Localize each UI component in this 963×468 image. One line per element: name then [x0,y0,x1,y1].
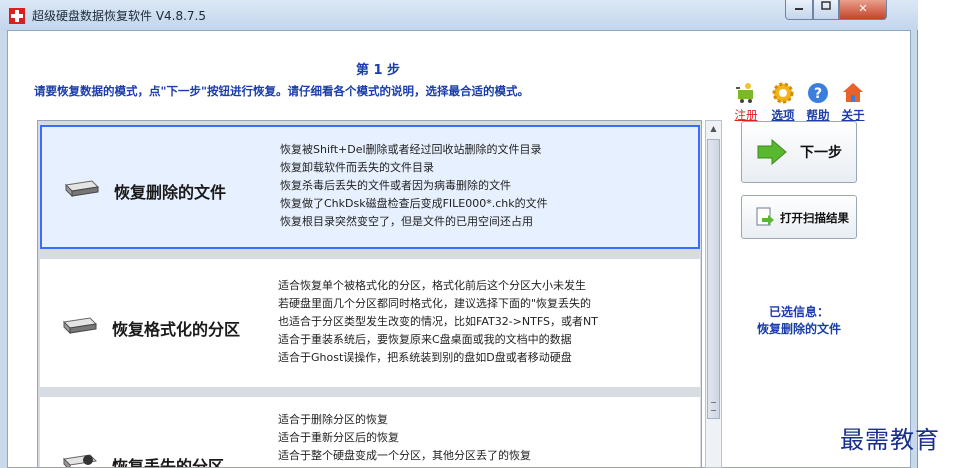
help-label: 帮助 [806,108,830,122]
mode-list: 恢复删除的文件 恢复被Shift+Del删除或者经过回收站删除的文件目录 恢复卸… [37,120,702,468]
step-title: 第 1 步 [355,63,401,78]
watermark: 最需教育 [840,426,940,454]
description-line: 恢复杀毒后丢失的文件或者因为病毒删除的文件 [280,179,511,192]
close-button[interactable]: ✕ [839,0,887,20]
description-line: 适合于整个硬盘变成一个分区，其他分区丢了的恢复 [278,449,531,462]
selection-info: 已选信息： 恢复删除的文件 [741,304,857,338]
gear-icon [772,82,794,104]
app-logo-icon [9,8,25,24]
description-line: 也适合于分区类型发生改变的情况，比如FAT32->NTFS，或者NT [278,315,598,328]
hard-disk-icon [62,317,98,335]
mode-card-recover-deleted[interactable]: 恢复删除的文件 恢复被Shift+Del删除或者经过回收站删除的文件目录 恢复卸… [40,125,700,249]
selection-value: 恢复删除的文件 [756,322,841,336]
mode-title: 恢复格式化的分区 [112,320,241,339]
mode-description: 适合于删除分区的恢复 适合于重新分区后的恢复 适合于整个硬盘变成一个分区，其他分… [278,411,531,465]
minimize-button[interactable] [785,0,813,20]
open-scan-results-label: 打开扫描结果 [780,211,849,225]
home-icon [843,83,863,102]
maximize-icon [821,1,831,10]
selection-label: 已选信息： [768,305,829,319]
description-line: 适合于重装系统后，要恢复原来C盘桌面或我的文档中的数据 [278,333,572,346]
arrow-right-icon [757,138,787,166]
description-line: 适合于删除分区的恢复 [278,413,388,426]
about-link[interactable]: 关于 [833,81,873,123]
help-icon: ? [808,83,828,103]
description-line: 适合恢复单个被格式化的分区，格式化前后这个分区大小未发生 [278,279,586,292]
about-label: 关于 [841,108,865,122]
description-line: 恢复被Shift+Del删除或者经过回收站删除的文件目录 [280,143,542,156]
title-bar[interactable]: 超级硬盘数据恢复软件 V4.8.7.5 ✕ [0,0,918,30]
hard-disk-icon [64,180,100,198]
scroll-up-arrow-icon[interactable]: ▲ [706,121,721,137]
description-line: 适合于重新分区后的恢复 [278,431,399,444]
mode-title: 恢复删除的文件 [114,183,227,202]
description-line: 适合于Ghost误操作，把系统装到别的盘如D盘或者移动硬盘 [278,351,572,364]
minimize-icon [795,8,803,10]
next-step-button[interactable]: 下一步 [741,121,857,183]
description-line: 恢复做了ChkDsk磁盘检查后变成FILE000*.chk的文件 [280,197,548,210]
open-scan-results-button[interactable]: 打开扫描结果 [741,195,857,239]
options-label: 选项 [771,108,795,122]
close-icon: ✕ [858,2,868,15]
mode-card-recover-formatted[interactable]: 恢复格式化的分区 适合恢复单个被格式化的分区，格式化前后这个分区大小未发生 若硬… [40,259,700,387]
maximize-button[interactable] [813,0,839,20]
mode-description: 适合恢复单个被格式化的分区，格式化前后这个分区大小未发生 若硬盘里面几个分区都同… [278,277,688,367]
scroll-thumb[interactable] [707,139,720,419]
description-line: 恢复卸载软件而丢失的文件目录 [280,161,434,174]
lost-partition-icon [62,454,98,467]
mode-list-scrollbar[interactable]: ▲ [705,120,722,468]
options-link[interactable]: 选项 [763,81,803,123]
app-window: 超级硬盘数据恢复软件 V4.8.7.5 ✕ 第 1 步 请要恢复数据的模式，点"… [0,0,918,468]
register-label: 注册 [734,108,758,122]
svg-text:?: ? [814,86,822,102]
register-link[interactable]: 注册 [726,81,766,123]
open-file-icon [756,207,774,226]
cart-icon [736,83,753,103]
mode-title: 恢复丢失的分区 [112,457,225,468]
mode-description: 恢复被Shift+Del删除或者经过回收站删除的文件目录 恢复卸载软件而丢失的文… [280,141,548,231]
description-line: 恢复根目录突然变空了，但是文件的已用空间还占用 [280,215,533,228]
description-line: 若硬盘里面几个分区都同时格式化，建议选择下面的"恢复丢失的 [278,297,592,310]
next-step-label: 下一步 [800,145,842,161]
help-link[interactable]: ? 帮助 [798,81,838,123]
scroll-grip-icon [711,402,716,411]
window-title: 超级硬盘数据恢复软件 V4.8.7.5 [32,9,207,23]
mode-card-recover-lost-partition[interactable]: 恢复丢失的分区 适合于删除分区的恢复 适合于重新分区后的恢复 适合于整个硬盘变成… [40,397,700,468]
step-instruction: 请要恢复数据的模式，点"下一步"按钮进行恢复。请仔细看各个模式的说明，选择最合适… [34,84,529,98]
